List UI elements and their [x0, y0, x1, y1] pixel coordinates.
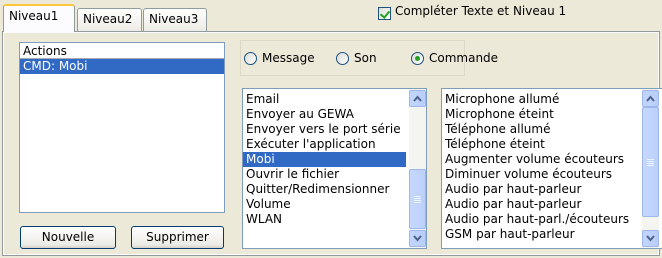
delete-button[interactable]: Supprimer — [131, 226, 224, 249]
tab-label: Niveau1 — [9, 9, 59, 23]
radio-sound-label: Son — [354, 51, 377, 65]
commands-list[interactable]: Email Envoyer au GEWA Envoyer vers le po… — [242, 88, 427, 249]
scroll-thumb[interactable] — [642, 107, 659, 217]
chevron-up-icon — [413, 95, 422, 102]
action-type-group: Message Son Commande — [240, 40, 498, 76]
scroll-down-button[interactable] — [409, 230, 426, 247]
scroll-down-button[interactable] — [642, 230, 659, 247]
chevron-up-icon — [646, 95, 655, 102]
radio-message-label: Message — [262, 51, 315, 65]
function-item[interactable]: Téléphone éteint — [442, 137, 662, 152]
radio-command-label: Commande — [429, 51, 499, 65]
command-item-volume[interactable]: Volume — [243, 197, 426, 212]
new-button[interactable]: Nouvelle — [20, 226, 116, 249]
function-item[interactable]: Augmenter volume écouteurs — [442, 152, 662, 167]
actions-list[interactable]: Actions CMD: Mobi — [19, 42, 225, 213]
function-item[interactable]: Audio par haut-parleur — [442, 182, 662, 197]
function-item[interactable]: Microphone éteint — [442, 107, 662, 122]
function-item[interactable]: Téléphone allumé — [442, 122, 662, 137]
content-layer: Actions CMD: Mobi Nouvelle Supprimer Mes… — [0, 0, 662, 258]
scroll-up-button[interactable] — [642, 90, 659, 107]
function-item[interactable]: Audio par haut-parleur — [442, 197, 662, 212]
scroll-up-button[interactable] — [409, 90, 426, 107]
chevron-down-icon — [413, 235, 422, 242]
command-item-run-app[interactable]: Exécuter l'application — [243, 137, 426, 152]
function-item[interactable]: GSM par haut-parleur — [442, 227, 662, 242]
actions-list-header: Actions — [20, 43, 224, 59]
mobi-functions-list[interactable]: Microphone allumé Microphone éteint Télé… — [441, 88, 662, 249]
command-item-open-file[interactable]: Ouvrir le fichier — [243, 167, 426, 182]
command-item-gewa[interactable]: Envoyer au GEWA — [243, 107, 426, 122]
function-item[interactable]: Diminuer volume écouteurs — [442, 167, 662, 182]
commands-scrollbar[interactable] — [409, 89, 426, 248]
command-item-quit-resize[interactable]: Quitter/Redimensionner — [243, 182, 426, 197]
radio-message[interactable] — [244, 52, 257, 65]
radio-sound[interactable] — [336, 52, 349, 65]
chevron-down-icon — [646, 235, 655, 242]
functions-scrollbar[interactable] — [642, 89, 659, 248]
scroll-thumb[interactable] — [409, 169, 426, 229]
function-item[interactable]: Microphone allumé — [442, 92, 662, 107]
tab-niveau1[interactable]: Niveau1 — [3, 4, 75, 32]
radio-command[interactable] — [411, 52, 424, 65]
command-item-serial[interactable]: Envoyer vers le port série — [243, 122, 426, 137]
command-item-mobi[interactable]: Mobi — [243, 152, 406, 167]
command-item-wlan[interactable]: WLAN — [243, 212, 426, 227]
command-item-email[interactable]: Email — [243, 92, 426, 107]
action-item[interactable]: CMD: Mobi — [20, 59, 224, 74]
function-item[interactable]: Audio par haut-parl./écouteurs — [442, 212, 662, 227]
